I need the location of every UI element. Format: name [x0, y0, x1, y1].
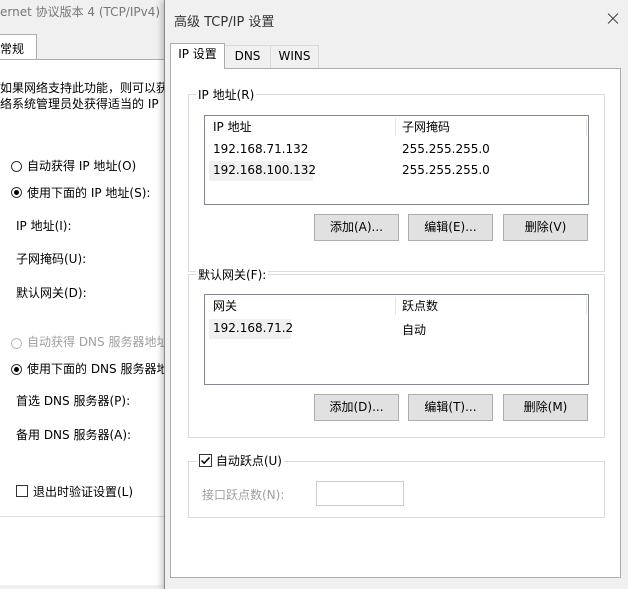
remove-ip-button[interactable]: 删除(V) [503, 214, 588, 241]
use-dns-label[interactable]: 使用下面的 DNS 服务器地 [27, 360, 168, 377]
column-header-gateway[interactable]: 网关 [213, 295, 237, 317]
background-tab-panel: 如果网络支持此功能，则可以获 络系统管理员处获得适当的 IP 自动获得 IP 地… [0, 59, 170, 585]
close-icon[interactable] [601, 7, 625, 31]
ip-address-group: IP 地址(R) IP 地址 子网掩码 192.168.71.132 255.2… [188, 86, 605, 272]
metric-group: 自动跃点(U) 接口跃点数(N): [188, 452, 605, 518]
validate-on-exit-label[interactable]: 退出时验证设置(L) [33, 483, 133, 500]
dialog-title: 高级 TCP/IP 设置 [174, 15, 275, 30]
ip-address-group-label: IP 地址(R) [196, 86, 257, 103]
tab-panel-ip-settings: IP 地址(R) IP 地址 子网掩码 192.168.71.132 255.2… [170, 68, 621, 578]
preferred-dns-label: 首选 DNS 服务器(P): [16, 394, 131, 408]
default-gateway-group-label: 默认网关(F): [196, 266, 269, 283]
auto-ip-label[interactable]: 自动获得 IP 地址(O) [27, 157, 136, 174]
auto-dns-radio[interactable] [11, 338, 22, 349]
background-dialog-title: ernet 协议版本 4 (TCP/IPv4) 属 [0, 5, 176, 19]
gateway-cell[interactable]: 192.168.71.2 [213, 321, 293, 335]
validate-on-exit-checkbox[interactable] [16, 485, 28, 497]
tab-general-label: 常规 [0, 42, 25, 56]
remove-gateway-button[interactable]: 删除(M) [503, 394, 588, 421]
group-divider [0, 516, 165, 517]
use-ip-label[interactable]: 使用下面的 IP 地址(S): [27, 184, 150, 201]
ip-cell[interactable]: 192.168.100.132 [213, 163, 316, 177]
column-separator[interactable] [395, 297, 396, 315]
add-ip-button[interactable]: 添加(A)... [314, 214, 399, 241]
use-dns-radio[interactable] [11, 364, 22, 375]
column-separator[interactable] [586, 297, 587, 315]
tab-wins[interactable]: WINS [270, 45, 319, 68]
mask-cell[interactable]: 255.255.255.0 [402, 142, 490, 156]
mask-cell[interactable]: 255.255.255.0 [402, 163, 490, 177]
subnet-mask-label: 子网掩码(U): [16, 252, 87, 266]
auto-metric-checkbox[interactable] [199, 454, 212, 467]
tab-general[interactable]: 常规 [0, 34, 37, 60]
column-header-ip[interactable]: IP 地址 [213, 116, 252, 138]
tab-dns[interactable]: DNS [224, 45, 271, 68]
interface-metric-label: 接口跃点数(N): [202, 488, 285, 502]
gateway-list[interactable]: 网关 跃点数 192.168.71.2 自动 [204, 294, 589, 385]
column-separator[interactable] [586, 118, 587, 136]
metric-cell[interactable]: 自动 [402, 321, 426, 338]
column-header-mask[interactable]: 子网掩码 [402, 116, 450, 138]
ip-cell[interactable]: 192.168.71.132 [213, 142, 308, 156]
ip-address-list[interactable]: IP 地址 子网掩码 192.168.71.132 255.255.255.0 … [204, 115, 589, 205]
auto-dns-label[interactable]: 自动获得 DNS 服务器地址 [27, 333, 168, 350]
checkmark-icon [200, 456, 211, 465]
use-ip-radio[interactable] [11, 187, 22, 198]
ip-address-label: IP 地址(I): [16, 219, 72, 233]
intro-text-line2: 络系统管理员处获得适当的 IP [0, 97, 159, 111]
auto-metric-label[interactable]: 自动跃点(U) [216, 454, 282, 468]
column-separator[interactable] [395, 118, 396, 136]
advanced-tcpip-dialog: 高级 TCP/IP 设置 IP 设置 DNS WINS IP 地址(R) IP … [164, 0, 628, 589]
column-header-metric[interactable]: 跃点数 [402, 295, 438, 317]
default-gateway-label: 默认网关(D): [16, 286, 87, 300]
add-gateway-button[interactable]: 添加(D)... [314, 394, 399, 421]
auto-ip-radio[interactable] [11, 161, 22, 172]
default-gateway-group: 默认网关(F): 网关 跃点数 192.168.71.2 自动 添加(D)...… [188, 266, 605, 438]
alternate-dns-label: 备用 DNS 服务器(A): [16, 428, 132, 442]
auto-metric-container[interactable]: 自动跃点(U) [197, 452, 284, 469]
interface-metric-field[interactable] [316, 481, 404, 506]
tab-ip-settings[interactable]: IP 设置 [170, 43, 225, 69]
intro-text-line1: 如果网络支持此功能，则可以获 [0, 81, 169, 95]
edit-ip-button[interactable]: 编辑(E)... [408, 214, 493, 241]
edit-gateway-button[interactable]: 编辑(T)... [408, 394, 493, 421]
